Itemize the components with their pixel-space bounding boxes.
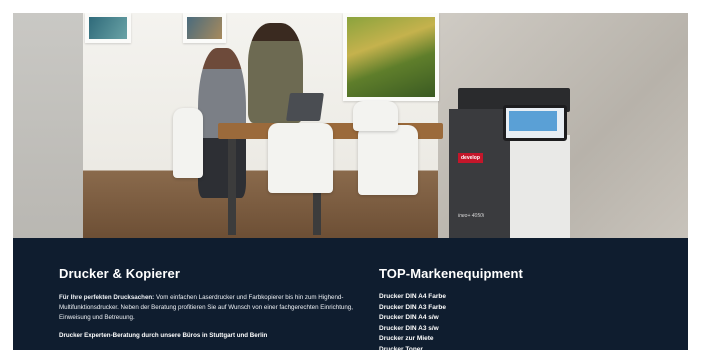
- printer-brand-label: develop: [458, 153, 483, 163]
- hero-wall-left: [13, 13, 83, 238]
- printer-touchscreen: [503, 105, 567, 141]
- wall-picture: [183, 13, 226, 43]
- wall-picture-landscape: [343, 13, 439, 101]
- chair: [353, 101, 398, 131]
- hero-image: develop ineo+ 4050i: [13, 13, 688, 238]
- category-link[interactable]: Drucker DIN A3 Farbe: [379, 303, 639, 314]
- category-link[interactable]: Drucker DIN A3 s/w: [379, 324, 639, 335]
- category-link-list: Drucker DIN A4 Farbe Drucker DIN A3 Farb…: [379, 292, 639, 355]
- brand-equipment-section: TOP-Markenequipment Drucker DIN A4 Farbe…: [379, 266, 639, 355]
- category-link[interactable]: Drucker DIN A4 s/w: [379, 313, 639, 324]
- chair: [268, 123, 333, 193]
- laptop: [286, 93, 324, 121]
- chair: [173, 108, 203, 178]
- printer-screen-display: [509, 111, 557, 131]
- info-band: Drucker & Kopierer Für Ihre perfekten Dr…: [13, 238, 688, 350]
- table-leg: [228, 139, 236, 235]
- printer-model-label: ineo+ 4050i: [458, 213, 484, 219]
- printer-side-panel: [510, 135, 570, 238]
- intro-paragraph: Für Ihre perfekten Drucksachen: Vom einf…: [59, 293, 359, 323]
- printers-section: Drucker & Kopierer Für Ihre perfekten Dr…: [59, 266, 359, 339]
- category-link[interactable]: Drucker DIN A4 Farbe: [379, 292, 639, 303]
- wall-picture: [85, 13, 131, 43]
- consulting-note: Drucker Experten-Beratung durch unsere B…: [59, 332, 359, 339]
- section-heading: TOP-Markenequipment: [379, 266, 639, 281]
- chair: [358, 125, 418, 195]
- section-heading: Drucker & Kopierer: [59, 266, 359, 281]
- intro-bold: Für Ihre perfekten Drucksachen:: [59, 294, 154, 301]
- category-link[interactable]: Drucker zur Miete: [379, 334, 639, 345]
- page-frame: develop ineo+ 4050i Drucker & Kopierer F…: [13, 13, 688, 350]
